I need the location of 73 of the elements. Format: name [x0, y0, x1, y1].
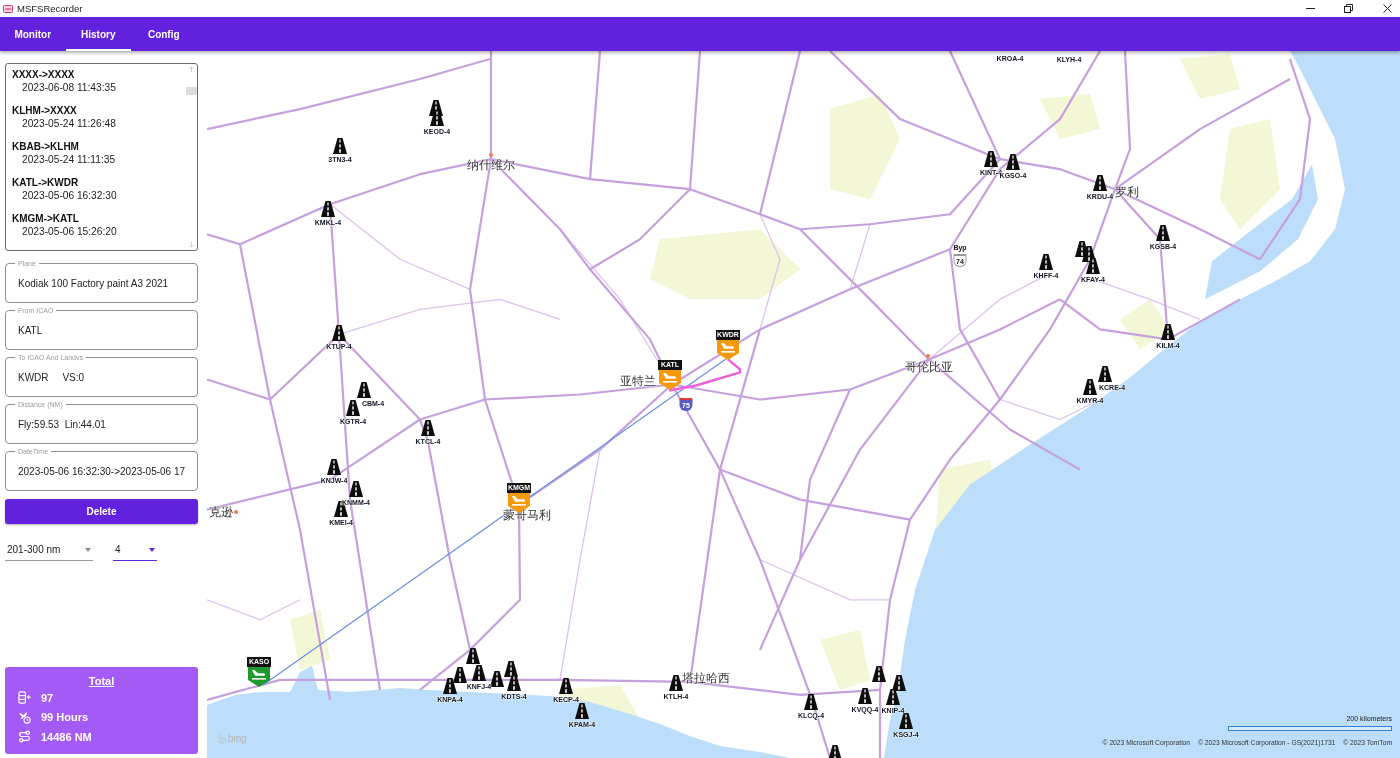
- road-icon: [575, 703, 589, 719]
- city-dot-icon: [926, 354, 930, 358]
- road-icon: [1083, 379, 1097, 395]
- road-icon: [453, 667, 467, 683]
- road-icon: [892, 675, 906, 691]
- route-icon: [18, 730, 31, 744]
- total-value: 99 Hours: [41, 711, 89, 724]
- restore-icon: [1343, 4, 1353, 13]
- road-icon: [349, 481, 363, 497]
- flight-list-item[interactable]: KMGM->KATL 2023-05-06 15:26:20: [12, 213, 162, 249]
- road-icon: [1086, 258, 1100, 274]
- nav-tab[interactable]: Monitor: [0, 17, 66, 51]
- scrollbar-thumb[interactable]: [185, 87, 197, 95]
- road-icon: [333, 138, 347, 154]
- road-icon: [1156, 225, 1170, 241]
- close-icon: [1382, 4, 1392, 13]
- flight-list-item[interactable]: KBAB->KLHM 2023-05-24 11:11:35: [12, 141, 162, 177]
- road-icon: [984, 151, 998, 167]
- flight-list-item[interactable]: KLHM->XXXX 2023-05-24 11:26:48: [12, 105, 162, 141]
- totals-title: Total: [88, 674, 115, 688]
- road-icon: [421, 420, 435, 436]
- road-icon: [559, 678, 573, 694]
- road-icon: [1161, 324, 1175, 340]
- total-value: 97: [41, 691, 54, 704]
- road-icon: [669, 675, 683, 691]
- total-value: 14486 NM: [41, 730, 92, 743]
- city-label: 蒙哥马利: [503, 508, 551, 522]
- window-title: MSFSRecorder: [17, 3, 83, 14]
- road-icon: [872, 666, 886, 682]
- road-icon: [828, 745, 842, 758]
- flight-list-item[interactable]: KATL->KWDR 2023-05-06 16:32:30: [12, 177, 162, 213]
- city-dot-icon: [489, 153, 493, 157]
- road-icon: [327, 459, 341, 475]
- road-icon: [466, 648, 480, 664]
- road-icon: [346, 400, 360, 416]
- road-icon: [472, 665, 486, 681]
- count-dropdown[interactable]: 4: [113, 539, 157, 561]
- delete-button[interactable]: Delete: [5, 499, 198, 524]
- database-plus-icon: [18, 691, 31, 705]
- road-icon: [490, 671, 504, 687]
- scroll-up-icon[interactable]: [188, 66, 194, 72]
- flight-list-item[interactable]: XXXX->XXXX 2023-06-08 11:43:35: [12, 69, 162, 105]
- road-icon: [507, 675, 521, 691]
- road-icon: [443, 678, 457, 694]
- road-icon: [886, 689, 900, 705]
- city-label: 罗利: [1115, 185, 1139, 199]
- city-label: 哥伦比亚: [905, 360, 953, 374]
- city-label: 克逊: [209, 505, 233, 519]
- road-icon: [430, 110, 444, 126]
- plane-clock-icon: [18, 710, 31, 724]
- map-logo-text: bing: [228, 733, 247, 744]
- road-icon: [357, 382, 371, 398]
- road-icon: [504, 661, 518, 677]
- road-icon: [1039, 254, 1053, 270]
- road-icon: [1093, 175, 1107, 191]
- city-label: 亚特兰: [620, 374, 656, 388]
- road-icon: [332, 325, 346, 341]
- road-icon: [899, 713, 913, 729]
- road-icon: [804, 694, 818, 710]
- logo-icon: [218, 733, 226, 744]
- caret-icon: [85, 547, 91, 552]
- road-icon: [858, 688, 872, 704]
- road-icon: [1098, 366, 1112, 382]
- range-dropdown[interactable]: 201-300 nm: [5, 539, 93, 561]
- city-label: 塔拉哈西: [682, 671, 730, 685]
- nav-tab[interactable]: Config: [131, 17, 197, 51]
- road-icon: [321, 201, 335, 217]
- road-icon: [1006, 154, 1020, 170]
- scroll-down-icon[interactable]: [188, 242, 194, 248]
- city-label: 纳什维尔: [467, 158, 515, 172]
- caret-icon: [149, 547, 155, 552]
- app-icon: [3, 4, 13, 13]
- city-dot-icon: [234, 510, 238, 514]
